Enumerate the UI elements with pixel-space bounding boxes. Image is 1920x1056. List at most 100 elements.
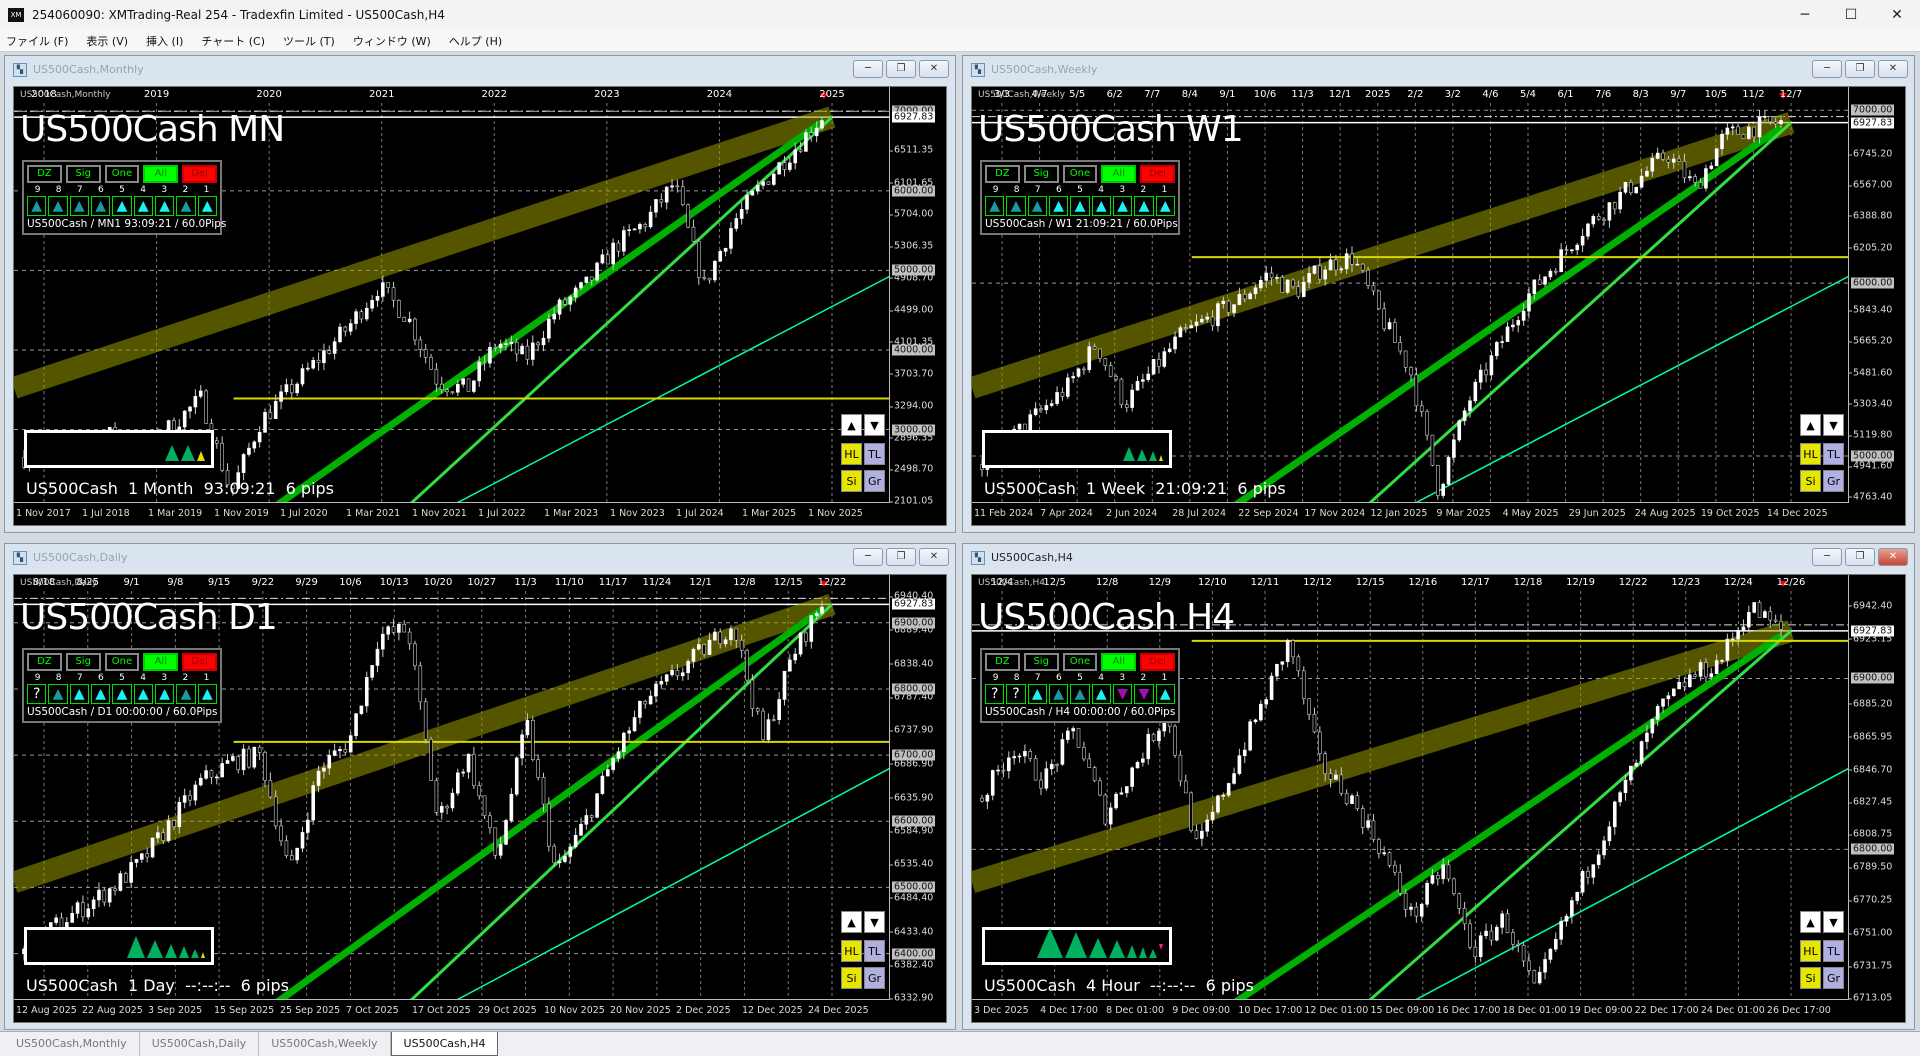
chart-window-titlebar[interactable]: ▚ US500Cash,H4 ─ ❐ ✕ <box>963 544 1914 571</box>
triangle-up-icon[interactable]: ▲ <box>1155 684 1175 704</box>
triangle-up-icon[interactable]: ▲ <box>69 196 89 216</box>
panel-button-all[interactable]: All <box>1101 653 1137 671</box>
unknown-signal-icon[interactable]: ? <box>27 684 47 704</box>
panel-button-del[interactable]: Del <box>182 653 217 671</box>
triangle-down-icon[interactable]: ▼ <box>1112 684 1133 704</box>
panel-button-dz[interactable]: DZ <box>985 165 1020 183</box>
side-button-si[interactable]: Si <box>841 967 862 989</box>
triangle-up-icon[interactable]: ▲ <box>1048 196 1069 216</box>
price-axis[interactable]: 6511.35 6101.65 5704.00 5306.35 4908.70 4499.… <box>889 87 946 507</box>
chart-area[interactable]: 3/3 4/7 5/5 6/2 7/7 8/4 9/1 10/6 11/3 12/1 2025 2/2… <box>971 86 1906 526</box>
triangle-up-icon[interactable]: ▲ <box>69 684 89 704</box>
triangle-up-icon[interactable]: ▲ <box>1091 684 1111 704</box>
close-chart-button[interactable]: ✕ <box>919 60 949 78</box>
side-button-up[interactable]: ▲ <box>841 414 862 436</box>
side-button-si[interactable]: Si <box>1800 967 1821 989</box>
triangle-up-icon[interactable]: ▲ <box>48 684 68 704</box>
panel-button-one[interactable]: One <box>1062 165 1098 183</box>
triangle-down-icon[interactable]: ▼ <box>1134 684 1154 704</box>
side-button-gr[interactable]: Gr <box>1823 470 1844 492</box>
close-chart-button[interactable]: ✕ <box>1878 548 1908 566</box>
side-button-gr[interactable]: Gr <box>864 967 885 989</box>
minimize-chart-button[interactable]: ─ <box>1812 60 1842 78</box>
restore-chart-button[interactable]: ❐ <box>1845 60 1875 78</box>
triangle-up-icon[interactable]: ▲ <box>1155 196 1175 216</box>
triangle-up-icon[interactable]: ▲ <box>154 684 175 704</box>
triangle-up-icon[interactable]: ▲ <box>133 684 153 704</box>
side-button-hl[interactable]: HL <box>841 443 862 465</box>
menu-item[interactable]: 表示 (V) <box>86 33 128 49</box>
maximize-button[interactable]: ☐ <box>1828 0 1874 30</box>
restore-chart-button[interactable]: ❐ <box>1845 548 1875 566</box>
triangle-up-icon[interactable]: ▲ <box>1006 196 1026 216</box>
side-button-hl[interactable]: HL <box>841 940 862 962</box>
side-button-down[interactable]: ▼ <box>864 414 885 436</box>
price-axis[interactable]: 6940.40 6889.40 6838.40 6787.40 6737.90 6686.… <box>889 575 946 1004</box>
plot-area[interactable]: 2018 2019 2020 2021 2022 2023 2024 2025 US500Cas… <box>14 87 890 503</box>
chart-window-titlebar[interactable]: ▚ US500Cash,Daily ─ ❐ ✕ <box>5 544 955 571</box>
panel-button-sig[interactable]: Sig <box>65 165 101 183</box>
triangle-up-icon[interactable]: ▲ <box>985 196 1005 216</box>
minimize-chart-button[interactable]: ─ <box>853 60 883 78</box>
triangle-up-icon[interactable]: ▲ <box>112 684 132 704</box>
side-button-gr[interactable]: Gr <box>1823 967 1844 989</box>
panel-button-one[interactable]: One <box>104 165 140 183</box>
minimize-button[interactable]: ─ <box>1782 0 1828 30</box>
side-button-si[interactable]: Si <box>841 470 862 492</box>
minimize-chart-button[interactable]: ─ <box>853 548 883 566</box>
triangle-up-icon[interactable]: ▲ <box>1070 196 1090 216</box>
triangle-up-icon[interactable]: ▲ <box>1027 684 1047 704</box>
menu-item[interactable]: 挿入 (I) <box>146 33 183 49</box>
side-button-tl[interactable]: TL <box>864 443 885 465</box>
side-button-tl[interactable]: TL <box>1823 443 1844 465</box>
side-button-down[interactable]: ▼ <box>1823 414 1844 436</box>
panel-button-sig[interactable]: Sig <box>1023 653 1059 671</box>
time-axis[interactable]: 12 Aug 2025 22 Aug 2025 3 Sep 2025 15 Sep 2… <box>14 1000 890 1022</box>
panel-button-dz[interactable]: DZ <box>985 653 1020 671</box>
triangle-up-icon[interactable]: ▲ <box>133 196 153 216</box>
time-axis[interactable]: 3 Dec 2025 4 Dec 17:00 8 Dec 01:00 9 Dec 09… <box>972 1000 1849 1022</box>
chart-window-titlebar[interactable]: ▚ US500Cash,Weekly ─ ❐ ✕ <box>963 56 1914 83</box>
panel-button-dz[interactable]: DZ <box>27 165 62 183</box>
side-button-gr[interactable]: Gr <box>864 470 885 492</box>
unknown-signal-icon[interactable]: ? <box>1006 684 1026 704</box>
triangle-up-icon[interactable]: ▲ <box>112 196 132 216</box>
plot-area[interactable]: 12/4 12/5 12/8 12/9 12/10 12/11 12/12 12/15 12/1… <box>972 575 1849 1000</box>
plot-area[interactable]: 3/3 4/7 5/5 6/2 7/7 8/4 9/1 10/6 11/3 12/1 2025 2/2… <box>972 87 1849 503</box>
side-button-down[interactable]: ▼ <box>1823 911 1844 933</box>
close-button[interactable]: ✕ <box>1874 0 1920 30</box>
side-button-down[interactable]: ▼ <box>864 911 885 933</box>
tab-us500cash-weekly[interactable]: US500Cash,Weekly <box>259 1032 391 1056</box>
triangle-up-icon[interactable]: ▲ <box>1134 196 1154 216</box>
tab-us500cash-h4[interactable]: US500Cash,H4 <box>390 1032 499 1056</box>
panel-button-all[interactable]: All <box>1101 165 1137 183</box>
triangle-up-icon[interactable]: ▲ <box>1027 196 1047 216</box>
chart-area[interactable]: 2018 2019 2020 2021 2022 2023 2024 2025 US500Cas… <box>13 86 947 526</box>
tab-us500cash-monthly[interactable]: US500Cash,Monthly <box>4 1032 140 1056</box>
panel-button-sig[interactable]: Sig <box>1023 165 1059 183</box>
chart-window-daily[interactable]: ▚ US500Cash,Daily ─ ❐ ✕ 8/18 8/25 9/1 9/8 9/15 9/2… <box>4 543 956 1030</box>
side-button-hl[interactable]: HL <box>1800 940 1821 962</box>
chart-area[interactable]: 8/18 8/25 9/1 9/8 9/15 9/22 9/29 10/6 10/13 10/20… <box>13 574 947 1023</box>
triangle-up-icon[interactable]: ▲ <box>90 684 111 704</box>
plot-area[interactable]: 8/18 8/25 9/1 9/8 9/15 9/22 9/29 10/6 10/13 10/20… <box>14 575 890 1000</box>
chart-window-h4[interactable]: ▚ US500Cash,H4 ─ ❐ ✕ 12/4 12/5 12/8 12/9 12/10 12/… <box>962 543 1915 1030</box>
side-button-up[interactable]: ▲ <box>1800 414 1821 436</box>
menu-item[interactable]: ファイル (F) <box>6 33 68 49</box>
panel-button-dz[interactable]: DZ <box>27 653 62 671</box>
menu-item[interactable]: ウィンドウ (W) <box>353 33 431 49</box>
close-chart-button[interactable]: ✕ <box>919 548 949 566</box>
triangle-up-icon[interactable]: ▲ <box>197 196 217 216</box>
restore-chart-button[interactable]: ❐ <box>886 60 916 78</box>
time-axis[interactable]: 11 Feb 2024 7 Apr 2024 2 Jun 2024 28 Jul 20… <box>972 503 1849 525</box>
chart-window-monthly[interactable]: ▚ US500Cash,Monthly ─ ❐ ✕ 2018 2019 2020 2021 202… <box>4 55 956 533</box>
triangle-up-icon[interactable]: ▲ <box>176 684 196 704</box>
panel-button-all[interactable]: All <box>143 165 179 183</box>
panel-button-del[interactable]: Del <box>1140 165 1175 183</box>
time-axis[interactable]: 1 Nov 2017 1 Jul 2018 1 Mar 2019 1 Nov 2019… <box>14 503 890 525</box>
triangle-up-icon[interactable]: ▲ <box>48 196 68 216</box>
side-button-up[interactable]: ▲ <box>841 911 862 933</box>
side-button-si[interactable]: Si <box>1800 470 1821 492</box>
triangle-up-icon[interactable]: ▲ <box>1070 684 1090 704</box>
unknown-signal-icon[interactable]: ? <box>985 684 1005 704</box>
